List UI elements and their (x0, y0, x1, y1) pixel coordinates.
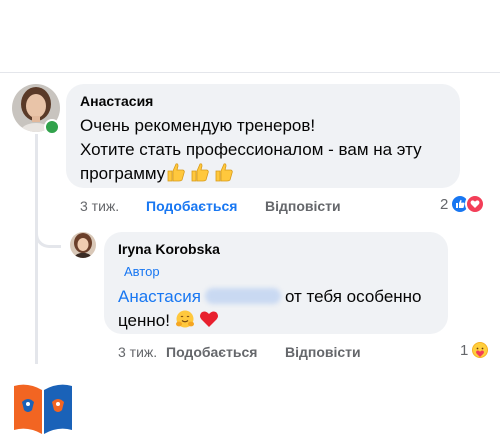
thumbs-up-emoji-icon (165, 162, 235, 189)
comment-text-line-3: программу (80, 161, 235, 189)
top-divider (0, 72, 500, 73)
comment-reactions[interactable]: 2 (440, 194, 486, 214)
red-heart-emoji-icon (199, 309, 219, 336)
hugging-face-emoji-icon (175, 309, 195, 336)
thread-line (35, 134, 38, 364)
reply-author-name[interactable]: Iryna Korobska (118, 241, 220, 257)
mention-link[interactable]: Анастасия (118, 287, 201, 306)
online-status-indicator (44, 119, 60, 135)
reply-text-word: ценно! (118, 311, 170, 330)
reply-avatar[interactable] (70, 232, 96, 258)
reply-connector (35, 222, 61, 248)
reply-reaction-count: 1 (460, 341, 469, 359)
comment-timestamp[interactable]: 3 тиж. (80, 198, 119, 214)
comment-bubble: Анастасия Очень рекомендую тренеров! Хот… (66, 84, 460, 188)
reply-text: от тебя особенно (284, 287, 422, 306)
reaction-count: 2 (440, 195, 449, 213)
reply-timestamp[interactable]: 3 тиж. (118, 344, 157, 360)
like-button[interactable]: Подобається (146, 198, 237, 214)
love-icon (465, 194, 486, 214)
comment-text-word: программу (80, 164, 166, 183)
reply-actions: 3 тиж. Подобається Відповісти (118, 344, 418, 362)
reply-like-button[interactable]: Подобається (166, 344, 257, 360)
reply-button[interactable]: Відповісти (265, 198, 341, 214)
comment-actions: 3 тиж. Подобається Відповісти (80, 198, 380, 216)
care-icon (470, 340, 491, 360)
brand-logo (12, 380, 74, 441)
comment-text-line-2: Хотите стать профессионалом - вам на эту (80, 140, 422, 159)
comment-text-line-1: Очень рекомендую тренеров! (80, 116, 316, 135)
author-badge: Автор (124, 264, 160, 279)
reply-reactions[interactable]: 1 (460, 340, 491, 360)
reply-bubble: Iryna Korobska Автор Анастасия от тебя ос… (104, 232, 448, 334)
reply-text-line-2: ценно! (118, 308, 219, 336)
reply-text-line-1: Анастасия от тебя особенно (118, 284, 422, 309)
reply-reply-button[interactable]: Відповісти (285, 344, 361, 360)
comment-author-name[interactable]: Анастасия (80, 93, 153, 109)
blurred-surname (204, 288, 281, 304)
